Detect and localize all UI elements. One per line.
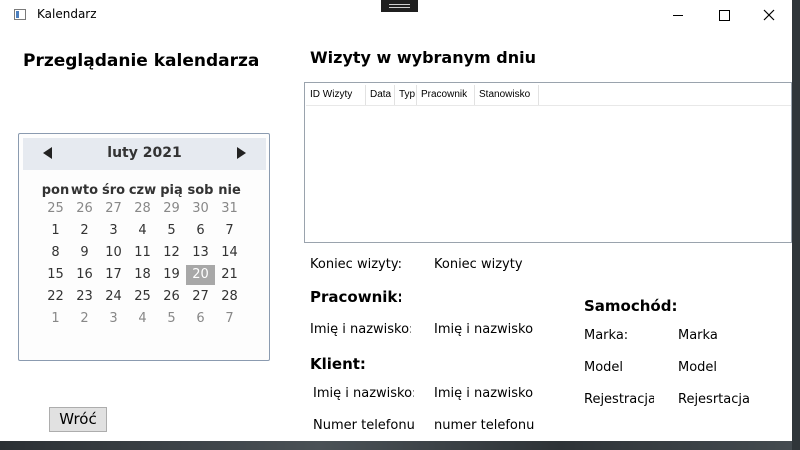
- car-model-value: Model: [678, 360, 718, 375]
- calendar-day[interactable]: 10: [99, 243, 128, 263]
- calendar-day[interactable]: 12: [157, 243, 186, 263]
- car-registration-value: Rejesrtacja: [678, 392, 750, 407]
- calendar-day[interactable]: 1: [41, 309, 70, 329]
- next-month-icon[interactable]: [237, 147, 246, 159]
- desktop-background: [0, 441, 800, 450]
- calendar-day[interactable]: 5: [157, 221, 186, 241]
- desktop-background-edge: [792, 0, 800, 450]
- calendar-header: luty 2021: [23, 138, 266, 170]
- weekday-header: pon: [41, 183, 70, 198]
- window-title: Kalendarz: [37, 7, 97, 21]
- calendar-day[interactable]: 19: [157, 265, 186, 285]
- column-header-station[interactable]: Stanowisko: [475, 85, 539, 105]
- calendar-day[interactable]: 27: [186, 287, 215, 307]
- calendar-day[interactable]: 22: [41, 287, 70, 307]
- calendar-day[interactable]: 7: [215, 221, 244, 241]
- page-title-left: Przeglądanie kalendarza: [23, 51, 260, 71]
- close-icon: [763, 9, 775, 21]
- calendar-day[interactable]: 25: [128, 287, 157, 307]
- datagrid-header: ID Wizyty Data Typ Pracownik Stanowisko: [306, 85, 791, 106]
- car-model-label: Model: [584, 360, 624, 375]
- column-header-employee[interactable]: Pracownik: [417, 85, 475, 105]
- calendar-day[interactable]: 18: [128, 265, 157, 285]
- weekday-header: pią: [160, 183, 183, 198]
- calendar-day[interactable]: 7: [215, 309, 244, 329]
- page-title-right: Wizyty w wybranym dniu: [310, 48, 537, 67]
- weekday-header: wto: [70, 183, 99, 198]
- calendar-day[interactable]: 11: [128, 243, 157, 263]
- calendar-day[interactable]: 2: [70, 221, 99, 241]
- car-registration-label: Rejestracja:: [584, 392, 654, 407]
- car-heading: Samochód:: [584, 297, 676, 315]
- calendar-day[interactable]: 26: [157, 287, 186, 307]
- calendar-day[interactable]: 14: [215, 243, 244, 263]
- calendar-day[interactable]: 3: [99, 309, 128, 329]
- calendar-day[interactable]: 8: [41, 243, 70, 263]
- employee-name-label: Imię i nazwisko:: [310, 322, 411, 337]
- calendar-day[interactable]: 16: [70, 265, 99, 285]
- client-name-value: Imię i nazwisko: [434, 386, 534, 401]
- calendar-day[interactable]: 4: [128, 221, 157, 241]
- calendar-day[interactable]: 31: [215, 199, 244, 219]
- client-phone-label: Numer telefonu:: [313, 418, 414, 433]
- car-make-label: Marka:: [584, 328, 629, 343]
- visits-datagrid[interactable]: ID Wizyty Data Typ Pracownik Stanowisko: [304, 82, 792, 243]
- minimize-button[interactable]: [655, 0, 701, 30]
- calendar-day[interactable]: 4: [128, 309, 157, 329]
- calendar-day[interactable]: 17: [99, 265, 128, 285]
- end-time-value: Koniec wizyty: [434, 257, 523, 272]
- back-button[interactable]: Wróć: [49, 407, 107, 432]
- calendar-day[interactable]: 23: [70, 287, 99, 307]
- close-button[interactable]: [746, 0, 792, 30]
- calendar-day[interactable]: 28: [128, 199, 157, 219]
- weekday-header: sob: [187, 183, 214, 198]
- drag-grip-handle[interactable]: [381, 0, 418, 12]
- calendar-day[interactable]: 3: [99, 221, 128, 241]
- calendar-day[interactable]: 15: [41, 265, 70, 285]
- employee-heading: Pracownik:: [310, 288, 401, 306]
- calendar-control[interactable]: luty 2021 pon wto śro czw pią sob nie 25 26 27 28 2…: [18, 133, 270, 361]
- weekday-header: śro: [101, 183, 126, 198]
- calendar-day[interactable]: 1: [41, 221, 70, 241]
- employee-name-value: Imię i nazwisko: [434, 322, 534, 337]
- calendar-window: Kalendarz Przeglądanie kalendarza Wizyty…: [0, 0, 792, 441]
- calendar-day[interactable]: 29: [157, 199, 186, 219]
- calendar-day[interactable]: 25: [41, 199, 70, 219]
- calendar-day[interactable]: 26: [70, 199, 99, 219]
- calendar-day[interactable]: 6: [186, 309, 215, 329]
- calendar-day[interactable]: 2: [70, 309, 99, 329]
- weekday-header: nie: [218, 183, 241, 198]
- client-name-label: Imię i nazwisko:: [313, 386, 414, 401]
- window-app-icon: [14, 9, 26, 20]
- calendar-day[interactable]: 9: [70, 243, 99, 263]
- car-make-value: Marka: [678, 328, 718, 343]
- calendar-day[interactable]: 21: [215, 265, 244, 285]
- column-header-id[interactable]: ID Wizyty: [306, 85, 366, 105]
- client-heading: Klient:: [310, 355, 366, 373]
- column-header-type[interactable]: Typ: [395, 85, 417, 105]
- end-time-label: Koniec wizyty:: [310, 257, 401, 272]
- maximize-button[interactable]: [701, 0, 747, 30]
- calendar-day[interactable]: 30: [186, 199, 215, 219]
- column-header-date[interactable]: Data: [366, 85, 395, 105]
- calendar-month-label[interactable]: luty 2021: [23, 145, 266, 161]
- calendar-day[interactable]: 28: [215, 287, 244, 307]
- calendar-day[interactable]: 27: [99, 199, 128, 219]
- calendar-day[interactable]: 6: [186, 221, 215, 241]
- client-phone-value: numer telefonu: [434, 418, 535, 433]
- weekday-header: czw: [128, 183, 157, 198]
- calendar-day[interactable]: 5: [157, 309, 186, 329]
- calendar-day[interactable]: 24: [99, 287, 128, 307]
- calendar-day[interactable]: 13: [186, 243, 215, 263]
- calendar-day[interactable]: 20: [186, 265, 215, 285]
